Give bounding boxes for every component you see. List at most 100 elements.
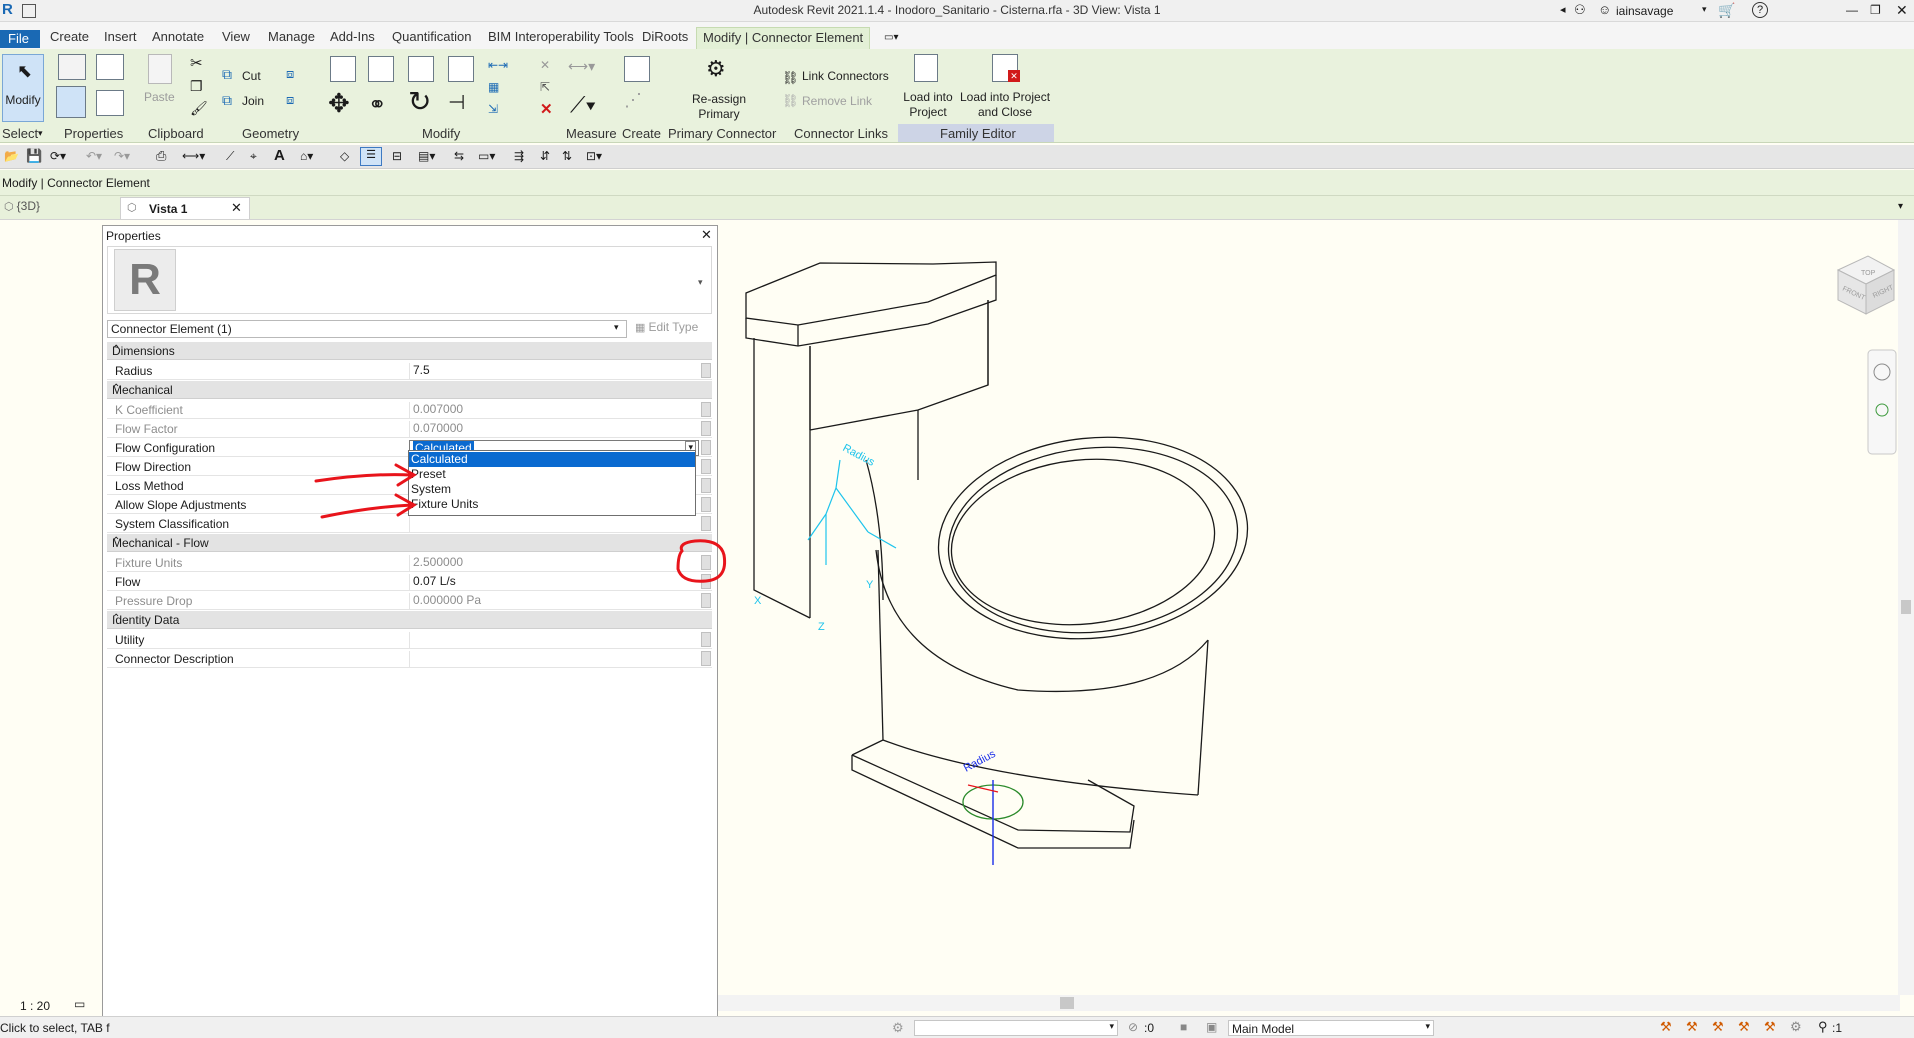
worksets-icon[interactable]: ⚙	[892, 1020, 904, 1036]
connector-upper[interactable]	[807, 459, 897, 565]
edit-type-button[interactable]: ▦ Edit Type	[635, 320, 711, 338]
horizontal-scroll-thumb[interactable]	[1060, 997, 1074, 1009]
cut-geometry-icon[interactable]: ⧉	[222, 66, 232, 83]
view-tabs-menu-icon[interactable]: ▾	[1898, 201, 1903, 212]
vertical-scrollbar[interactable]	[1898, 220, 1914, 995]
cut-scissors-icon[interactable]: ✂	[190, 54, 203, 72]
properties-close-icon[interactable]: ✕	[701, 227, 712, 243]
binoculars-icon[interactable]: ⚇	[1574, 2, 1586, 18]
join-geometry-label[interactable]: Join	[242, 94, 264, 108]
tab-diroots[interactable]: DiRoots	[636, 27, 694, 47]
family-category-icon[interactable]	[96, 54, 124, 80]
user-icon[interactable]: ☺	[1598, 2, 1611, 17]
cut-geometry-label[interactable]: Cut	[242, 69, 261, 83]
array-icon[interactable]: ▦	[488, 80, 499, 94]
scale-icon[interactable]: ⇲	[488, 102, 498, 116]
property-row[interactable]: Connector Description	[107, 650, 712, 668]
collapse-section-icon[interactable]: ⌃	[112, 613, 706, 624]
pin-icon[interactable]: ⇱	[540, 80, 550, 94]
drag-on-selection-icon[interactable]: ⚒	[1764, 1019, 1776, 1035]
viewport-canvas[interactable]: Radius X Y Z Radius TOP FRONT RIGHT	[718, 220, 1898, 995]
collapse-section-icon[interactable]: ⌃	[112, 383, 706, 394]
view-tab-vista-1[interactable]: ⬡ Vista 1 ✕	[120, 197, 250, 219]
split-element-icon[interactable]: ⇤⇥	[488, 58, 508, 72]
contextual-dropdown-icon[interactable]: ▭▾	[884, 32, 898, 43]
property-value[interactable]: 7.5	[409, 363, 699, 379]
text-icon[interactable]: A	[274, 147, 285, 164]
create-similar-icon[interactable]: ⋰	[624, 90, 642, 111]
switch-windows-icon[interactable]: ▤▾	[418, 149, 435, 163]
split-face-icon[interactable]: ⧈	[286, 92, 294, 108]
paste-button[interactable]: Paste	[144, 54, 175, 118]
qat-tool-d-icon[interactable]: ⊡▾	[586, 149, 602, 163]
tab-annotate[interactable]: Annotate	[146, 27, 210, 47]
measure-qat-icon[interactable]: ⟷▾	[182, 149, 205, 163]
view-tab-3d[interactable]: ⬡ {3D}	[4, 199, 112, 217]
remove-link-icon[interactable]: ⛓	[782, 93, 799, 109]
section-header[interactable]: Mechanical ⌃	[107, 381, 712, 399]
undo-icon[interactable]: ↶▾	[86, 149, 102, 163]
offset-icon[interactable]	[368, 56, 394, 82]
property-row[interactable]: K Coefficient 0.007000	[107, 401, 712, 419]
type-properties-icon[interactable]	[96, 90, 124, 116]
section-header[interactable]: Identity Data ⌃	[107, 611, 712, 629]
associate-parameter-button[interactable]	[701, 363, 711, 378]
collapse-section-icon[interactable]: ⌃	[112, 344, 706, 355]
type-selector[interactable]: Connector Element (1) ▾	[107, 320, 627, 338]
restore-icon[interactable]: ❐	[1870, 3, 1881, 17]
toilet-model[interactable]	[745, 261, 1258, 849]
unpin-icon[interactable]: ✕	[540, 58, 550, 72]
back-icon[interactable]: ◂	[1560, 3, 1566, 16]
model-select[interactable]: Main Model ▾	[1228, 1020, 1434, 1036]
align-icon[interactable]	[330, 56, 356, 82]
trim-extend-icon[interactable]: ⊣	[448, 90, 465, 115]
open-icon[interactable]: 📂	[4, 149, 19, 163]
connector-lower[interactable]	[962, 780, 1024, 865]
editable-only-icon[interactable]: ⊘	[1128, 1020, 1138, 1034]
design-option-select[interactable]: ▾	[914, 1020, 1118, 1036]
associate-parameter-button[interactable]	[701, 632, 711, 647]
tab-view[interactable]: View	[216, 27, 256, 47]
select-by-face-icon[interactable]: ⚒	[1738, 1019, 1750, 1035]
design-options-icon[interactable]: ▣	[1206, 1020, 1217, 1034]
aligned-dimension-icon[interactable]: ⟋	[226, 149, 234, 164]
modify-button[interactable]: ⬉ Modify	[2, 54, 44, 122]
horizontal-scrollbar[interactable]	[718, 995, 1900, 1011]
save-icon[interactable]: 💾	[26, 148, 42, 164]
link-connectors-icon[interactable]: ⛓	[782, 70, 799, 86]
help-icon[interactable]: ?	[1752, 2, 1768, 18]
copy-element-icon[interactable]: ⚭	[368, 92, 386, 118]
rotate-icon[interactable]: ↻	[408, 88, 431, 116]
wall-joins-icon[interactable]: ⧈	[286, 66, 294, 82]
property-row[interactable]: Utility	[107, 631, 712, 649]
minimize-icon[interactable]: —	[1846, 3, 1858, 17]
reassign-primary-button[interactable]: ⚙ Re-assign Primary	[676, 54, 762, 121]
scale-label[interactable]: 1 : 20	[20, 999, 50, 1013]
redo-icon[interactable]: ↷▾	[114, 149, 130, 163]
join-geometry-icon[interactable]: ⧉	[222, 92, 232, 109]
qat-tool-a-icon[interactable]: ⇶	[514, 149, 524, 163]
select-underlay-icon[interactable]: ⚒	[1686, 1019, 1698, 1035]
exclude-options-icon[interactable]: ■	[1180, 1020, 1187, 1034]
close-hidden-icon[interactable]: ⊟	[392, 149, 402, 163]
associate-parameter-button[interactable]	[701, 421, 711, 436]
filter-icon[interactable]: ⚲	[1818, 1019, 1828, 1035]
close-window-icon[interactable]: ✕	[1896, 2, 1908, 19]
associate-parameter-button[interactable]	[701, 593, 711, 608]
copy-icon[interactable]: ❐	[190, 78, 203, 95]
background-process-icon[interactable]: ⚙	[1790, 1019, 1802, 1035]
dimension-icon[interactable]: ⟋▾	[570, 92, 596, 118]
select-panel-label[interactable]: Select	[2, 126, 38, 141]
section-header[interactable]: Dimensions ⌃	[107, 342, 712, 360]
modeless-icon[interactable]: ⇆	[454, 149, 464, 163]
qat-tool-b-icon[interactable]: ⇵	[540, 149, 550, 163]
measure-between-icon[interactable]: ⟷▾	[568, 58, 595, 75]
user-name[interactable]: iainsavage	[1616, 4, 1673, 18]
mirror-pick-axis-icon[interactable]	[408, 56, 434, 82]
property-value[interactable]	[409, 651, 699, 667]
mirror-draw-axis-icon[interactable]	[448, 56, 474, 82]
delete-icon[interactable]: ✕	[540, 100, 553, 118]
match-properties-icon[interactable]: 🖌	[190, 100, 208, 117]
tab-add-ins[interactable]: Add-Ins	[324, 27, 381, 47]
property-row[interactable]: Radius 7.5	[107, 362, 712, 380]
